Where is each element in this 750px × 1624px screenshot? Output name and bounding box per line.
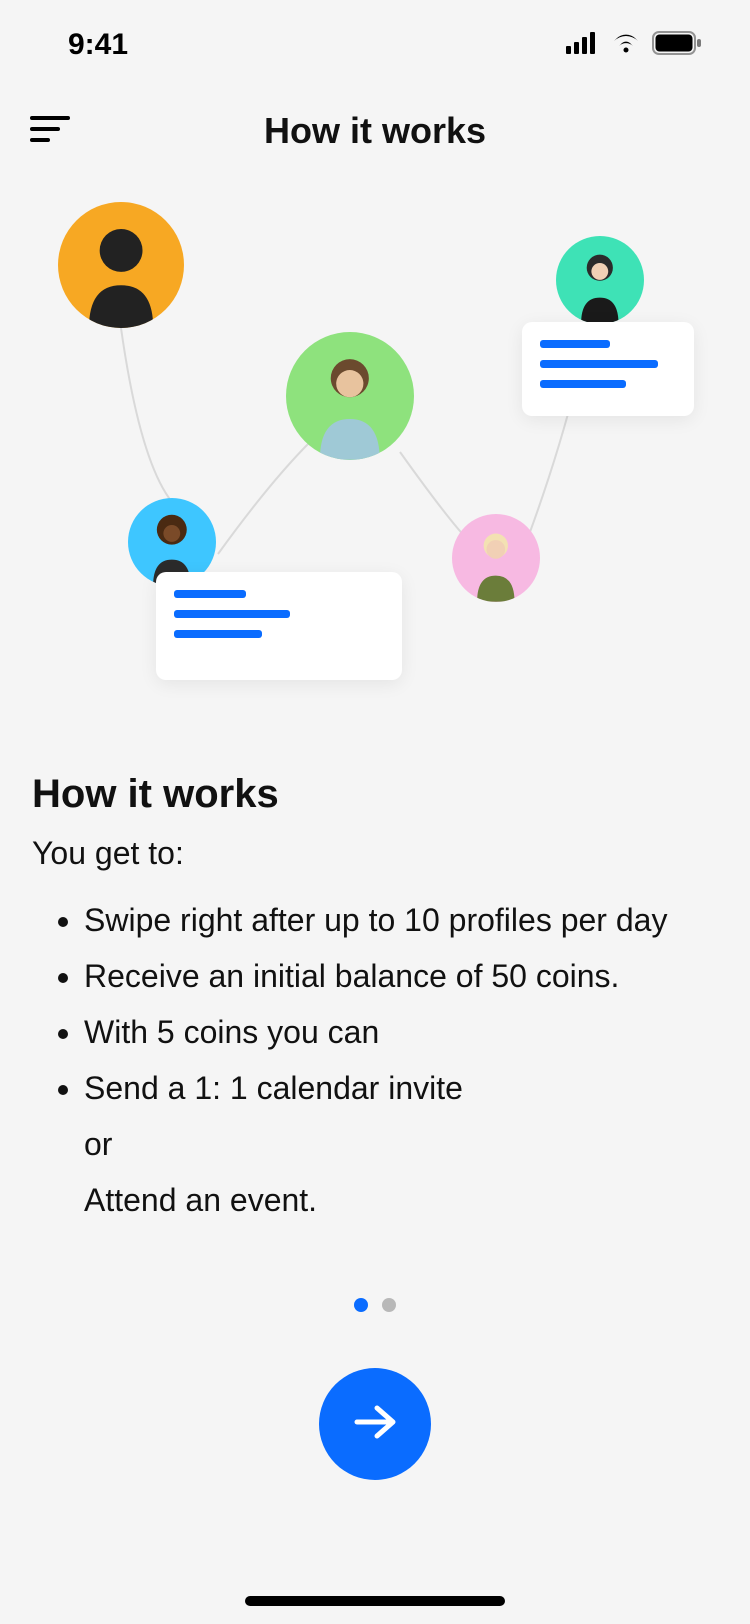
chat-card: [522, 322, 694, 416]
menu-icon: [30, 130, 70, 147]
status-time: 9:41: [68, 28, 128, 62]
feature-list: Swipe right after up to 10 profiles per …: [32, 892, 718, 1228]
list-item-sub: or: [84, 1116, 718, 1172]
arrow-right-icon: [353, 1404, 397, 1445]
header: How it works: [0, 90, 750, 172]
page-title: How it works: [30, 110, 720, 152]
list-item: Receive an initial balance of 50 coins.: [84, 948, 718, 1004]
chat-card: [156, 572, 402, 680]
avatar: [452, 514, 540, 602]
next-button[interactable]: [319, 1368, 431, 1480]
list-item-text: Send a 1: 1 calendar invite: [84, 1070, 463, 1106]
home-indicator[interactable]: [245, 1596, 505, 1606]
list-item: With 5 coins you can: [84, 1004, 718, 1060]
pager-dot[interactable]: [354, 1298, 368, 1312]
cell-signal-icon: [566, 32, 600, 59]
content: How it works You get to: Swipe right aft…: [0, 742, 750, 1228]
network-illustration: [0, 202, 750, 742]
intro-text: You get to:: [32, 835, 718, 872]
battery-icon: [652, 31, 702, 60]
menu-button[interactable]: [30, 115, 70, 148]
pager-dot[interactable]: [382, 1298, 396, 1312]
wifi-icon: [610, 32, 642, 59]
avatar: [58, 202, 184, 328]
status-bar: 9:41: [0, 0, 750, 90]
avatar: [286, 332, 414, 460]
section-heading: How it works: [32, 772, 718, 817]
list-item-sub: Attend an event.: [84, 1172, 718, 1228]
status-icons: [566, 31, 702, 60]
avatar: [556, 236, 644, 324]
page-indicator: [0, 1298, 750, 1312]
list-item: Send a 1: 1 calendar invite or Attend an…: [84, 1060, 718, 1228]
list-item: Swipe right after up to 10 profiles per …: [84, 892, 718, 948]
